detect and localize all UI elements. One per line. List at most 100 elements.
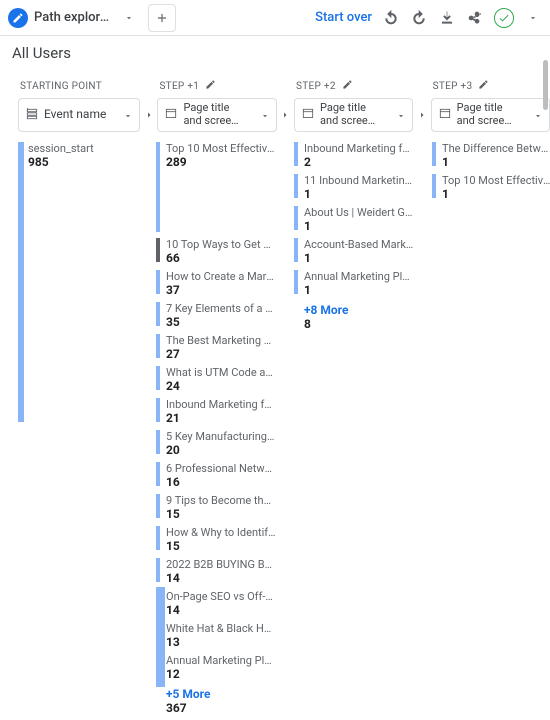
chevron-down-icon (260, 106, 270, 125)
sankey-node[interactable]: Top 10 Most Effective …1 (432, 174, 550, 201)
node-label: Account-Based Market… (304, 238, 414, 251)
step-header-2: STEP +2 (294, 78, 413, 94)
sankey-node[interactable]: 10 Top Ways to Get M…66 (156, 238, 276, 265)
caret-down-icon[interactable] (120, 9, 138, 27)
node-label: How & Why to Identify … (166, 526, 276, 539)
add-tab-button[interactable] (148, 4, 176, 32)
node-value: 1 (304, 251, 414, 265)
node-value: 2 (304, 155, 414, 169)
node-label: Inbound Marketing for … (304, 142, 414, 155)
node-label: Top 10 Most Effective … (166, 142, 276, 155)
node-value: 24 (166, 379, 276, 393)
sankey-node[interactable]: 5 Key Manufacturing C…20 (156, 430, 276, 457)
node-value: 985 (28, 155, 138, 169)
sankey-node[interactable]: How to Create a Mark…37 (156, 270, 276, 297)
sankey-node[interactable]: Account-Based Market…1 (294, 238, 414, 265)
sankey-node[interactable]: 6 Professional Networ…16 (156, 462, 276, 489)
node-value: 13 (166, 635, 276, 649)
sankey-node[interactable]: White Hat & Black Hat …13 (156, 622, 276, 649)
node-value: 21 (166, 411, 276, 425)
node-value: 37 (166, 283, 276, 297)
node-value: 8 (304, 317, 414, 331)
node-label: Annual Marketing Plan … (304, 270, 414, 283)
sankey-canvas: session_start985 Top 10 Most Effective …… (0, 136, 550, 720)
node-label: The Best Marketing Bu… (166, 334, 276, 347)
sankey-node[interactable]: About Us | Weidert Gro…1 (294, 206, 414, 233)
page-icon (301, 106, 315, 125)
download-icon[interactable] (438, 9, 456, 27)
node-label: 5 Key Manufacturing C… (166, 430, 276, 443)
node-label: On-Page SEO vs Off-P… (166, 590, 276, 603)
status-caret-icon[interactable] (524, 9, 542, 27)
node-label: About Us | Weidert Gro… (304, 206, 414, 219)
node-value: 27 (166, 347, 276, 361)
sankey-node[interactable]: The Best Marketing Bu…27 (156, 334, 276, 361)
sankey-node[interactable]: 2022 B2B BUYING BE…14 (156, 558, 276, 585)
step-headers: STARTING POINT Event name STEP +1 Page t… (0, 68, 550, 136)
sankey-more[interactable]: +5 More367 (156, 687, 276, 715)
node-label: The Difference Betwee… (442, 142, 550, 155)
sankey-node[interactable]: Top 10 Most Effective …289 (156, 142, 276, 166)
sankey-node[interactable]: 7 Key Elements of a Q…35 (156, 302, 276, 329)
sankey-more[interactable]: +8 More8 (294, 303, 414, 331)
dimension-chip-page-3[interactable]: Page titleand scree… (431, 98, 550, 132)
node-label: 2022 B2B BUYING BE… (166, 558, 276, 571)
sankey-node[interactable]: Annual Marketing Plan …1 (294, 270, 414, 297)
page-icon (164, 106, 178, 125)
scrollbar[interactable] (543, 60, 548, 110)
chevron-down-icon (123, 106, 133, 125)
sankey-node[interactable]: How & Why to Identify …15 (156, 526, 276, 553)
edit-icon[interactable] (205, 79, 216, 93)
node-label: 9 Tips to Become the … (166, 494, 276, 507)
status-ok-icon[interactable] (494, 8, 514, 28)
dimension-chip-event[interactable]: Event name (18, 98, 140, 132)
segment-title: All Users (0, 36, 550, 68)
node-value: 367 (166, 701, 276, 715)
sankey-node[interactable]: The Difference Betwee…1 (432, 142, 550, 169)
node-value: 15 (166, 507, 276, 521)
edit-icon[interactable] (478, 79, 489, 93)
arrow-right-icon (277, 98, 294, 132)
sankey-node[interactable]: What is UTM Code an…24 (156, 366, 276, 393)
node-label: 10 Top Ways to Get M… (166, 238, 276, 251)
dimension-chip-page-2[interactable]: Page titleand scree… (294, 98, 413, 132)
node-label: White Hat & Black Hat … (166, 622, 276, 635)
node-value: 12 (166, 667, 276, 681)
node-value: 20 (166, 443, 276, 457)
start-over-button[interactable]: Start over (315, 10, 372, 25)
arrow-right-icon (413, 98, 430, 132)
edit-icon[interactable] (342, 79, 353, 93)
node-label: 7 Key Elements of a Q… (166, 302, 276, 315)
sankey-node[interactable]: 11 Inbound Marketing …1 (294, 174, 414, 201)
node-label: Top 10 Most Effective … (442, 174, 550, 187)
node-value: 35 (166, 315, 276, 329)
more-link[interactable]: +8 More (304, 303, 414, 317)
node-value: 14 (166, 571, 276, 585)
sankey-node[interactable]: Inbound Marketing for …2 (294, 142, 414, 169)
node-label: What is UTM Code an… (166, 366, 276, 379)
more-link[interactable]: +5 More (166, 687, 276, 701)
node-label: 11 Inbound Marketing … (304, 174, 414, 187)
dimension-chip-page-1[interactable]: Page titleand scree… (157, 98, 276, 132)
sankey-node[interactable]: On-Page SEO vs Off-P…14 (156, 590, 276, 617)
sankey-node[interactable]: session_start985 (18, 142, 138, 172)
node-label: Inbound Marketing for … (166, 398, 276, 411)
share-icon[interactable] (466, 9, 484, 27)
step-header-3: STEP +3 (431, 78, 550, 94)
node-value: 1 (304, 187, 414, 201)
tab-chip[interactable]: Path explorati… (8, 8, 138, 28)
node-label: 6 Professional Networ… (166, 462, 276, 475)
node-value: 16 (166, 475, 276, 489)
node-value: 66 (166, 251, 276, 265)
undo-icon[interactable] (382, 9, 400, 27)
event-icon (25, 106, 39, 125)
step-header-1: STEP +1 (157, 78, 276, 94)
sankey-node[interactable]: Inbound Marketing for …21 (156, 398, 276, 425)
node-value: 1 (304, 219, 414, 233)
node-value: 1 (304, 283, 414, 297)
chevron-down-icon (533, 106, 543, 125)
arrow-right-icon (140, 98, 157, 132)
page-icon (438, 106, 452, 125)
redo-icon[interactable] (410, 9, 428, 27)
sankey-node[interactable]: 9 Tips to Become the …15 (156, 494, 276, 521)
